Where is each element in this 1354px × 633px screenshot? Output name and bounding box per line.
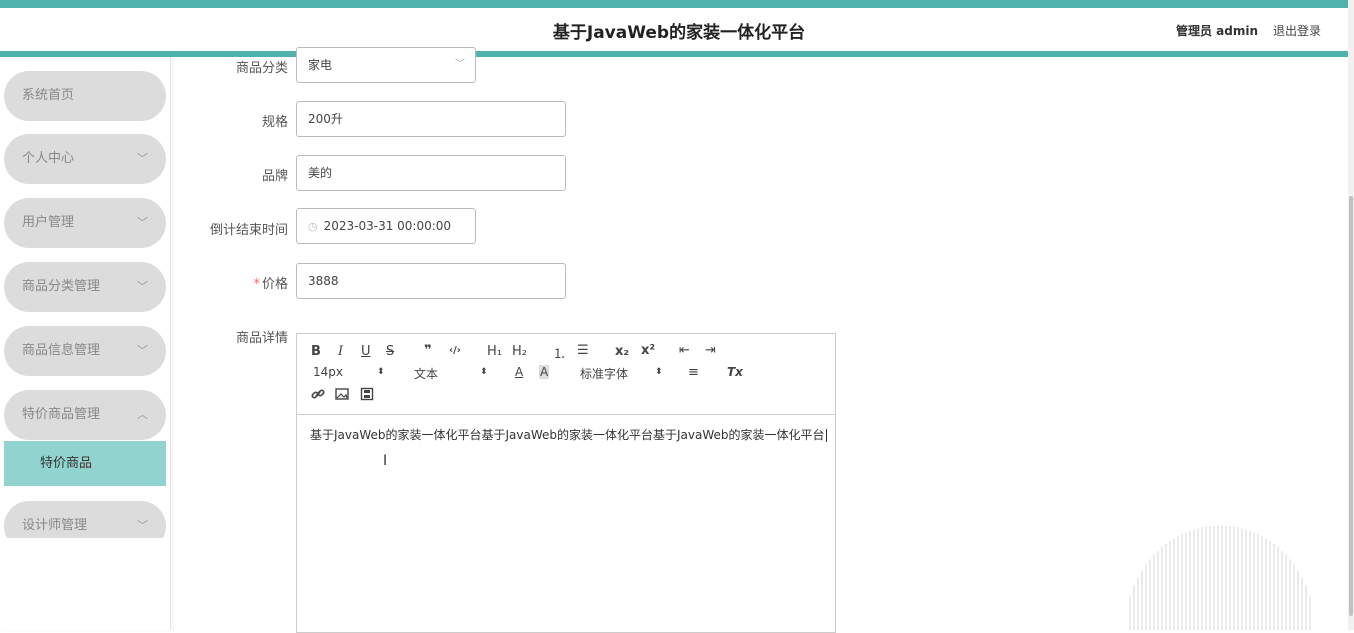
sidebar-menu: 系统首页 个人中心 ﹀ 用户管理 ﹀ 商品分类管理 ﹀ 商品信息管理 ﹀ 特价商… — [0, 57, 170, 538]
font-size-value: 14px — [313, 365, 343, 379]
countdown-value: 2023-03-31 00:00:00 — [323, 219, 452, 233]
chevron-down-icon: ﹀ — [137, 152, 148, 165]
chevron-up-icon: ︿ — [137, 408, 148, 421]
sidebar-subitem-special-products[interactable]: 特价商品 — [4, 441, 166, 486]
sidebar: 系统首页 个人中心 ﹀ 用户管理 ﹀ 商品分类管理 ﹀ 商品信息管理 ﹀ 特价商… — [0, 57, 171, 630]
sidebar-item-special[interactable]: 特价商品管理 ︿ — [4, 390, 166, 440]
chevron-down-icon: ﹀ — [137, 216, 148, 229]
price-input[interactable]: 3888 — [296, 263, 566, 299]
header-type-value: 文本 — [414, 367, 439, 381]
price-label: * 价格 — [178, 273, 288, 292]
sidebar-item-label: 特价商品管理 — [22, 407, 101, 422]
sidebar-item-label: 系统首页 — [22, 88, 75, 103]
updown-icon: ⬍ — [655, 367, 663, 377]
outdent-icon[interactable]: ⇤ — [679, 343, 690, 358]
sidebar-item-label: 商品分类管理 — [22, 279, 101, 294]
strike-button[interactable]: S — [386, 344, 394, 359]
sidebar-item-product[interactable]: 商品信息管理 ﹀ — [4, 326, 166, 376]
chevron-down-icon: ﹀ — [455, 59, 465, 70]
sidebar-item-label: 个人中心 — [22, 151, 75, 166]
header: 基于JavaWeb的家装一体化平台 管理员 admin 退出登录 — [0, 8, 1348, 52]
chevron-down-icon: ﹀ — [137, 344, 148, 357]
subscript-button[interactable]: x₂ — [615, 344, 629, 359]
clock-icon: ◷ — [308, 220, 318, 233]
detail-label: 商品详情 — [235, 331, 288, 346]
font-color-icon[interactable]: A — [515, 365, 523, 379]
bullet-list-icon[interactable]: ☰ — [577, 343, 589, 358]
align-icon[interactable]: ≡ — [688, 365, 699, 380]
scrollbar-thumb[interactable] — [1349, 196, 1353, 616]
admin-label: 管理员 admin — [1176, 24, 1259, 38]
required-mark: * — [253, 277, 260, 292]
decorative-arc — [1129, 525, 1311, 630]
text-caret — [825, 429, 827, 442]
spec-input[interactable]: 200升 — [296, 101, 566, 137]
sidebar-item-home[interactable]: 系统首页 — [4, 71, 166, 121]
indent-icon[interactable]: ⇥ — [705, 343, 716, 358]
editor-content[interactable]: 基于JavaWeb的家装一体化平台基于JavaWeb的家装一体化平台基于Java… — [310, 426, 827, 443]
video-icon[interactable] — [360, 387, 374, 405]
updown-icon: ⬍ — [480, 367, 488, 377]
brand-input[interactable]: 美的 — [296, 155, 566, 191]
sidebar-item-users[interactable]: 用户管理 ﹀ — [4, 198, 166, 248]
header-type-select[interactable]: 文本 ⬍ — [414, 365, 494, 382]
underline-button[interactable]: U — [361, 344, 371, 359]
chevron-down-icon: ﹀ — [137, 519, 148, 532]
image-icon[interactable] — [335, 387, 349, 405]
font-family-select[interactable]: 标准字体 ⬍ — [580, 365, 670, 382]
text-cursor-icon: Ⅰ — [383, 453, 388, 469]
sidebar-item-designer[interactable]: 设计师管理 ﹀ — [4, 501, 166, 538]
editor-toolbar: B I U S ❞ ‹/› H₁ H₂ ⒈ ☰ x₂ x² ⇤ ⇥ 14px ⬍… — [297, 334, 835, 415]
clear-format-icon[interactable]: Tx — [727, 365, 743, 379]
superscript-button[interactable]: x² — [641, 343, 655, 358]
countdown-datetime-picker[interactable]: ◷ 2023-03-31 00:00:00 — [296, 208, 476, 244]
italic-button[interactable]: I — [338, 344, 343, 359]
spec-label: 规格 — [261, 115, 288, 130]
sidebar-item-personal[interactable]: 个人中心 ﹀ — [4, 134, 166, 184]
quote-icon[interactable]: ❞ — [424, 343, 432, 358]
font-family-value: 标准字体 — [580, 367, 629, 381]
font-size-select[interactable]: 14px ⬍ — [313, 365, 393, 379]
ordered-list-icon[interactable]: ⒈ — [553, 343, 566, 362]
chevron-down-icon: ﹀ — [137, 280, 148, 293]
site-title: 基于JavaWeb的家装一体化平台 — [552, 23, 806, 43]
sidebar-item-label: 设计师管理 — [22, 518, 88, 533]
rich-text-editor: B I U S ❞ ‹/› H₁ H₂ ⒈ ☰ x₂ x² ⇤ ⇥ 14px ⬍… — [296, 333, 836, 633]
bold-button[interactable]: B — [311, 344, 321, 359]
background-color-icon[interactable]: A — [539, 365, 550, 379]
category-value: 家电 — [308, 58, 333, 72]
category-select[interactable]: 家电 ﹀ — [296, 47, 476, 83]
price-label-text: 价格 — [261, 277, 288, 292]
h2-button[interactable]: H₂ — [512, 344, 527, 359]
category-label: 商品分类 — [235, 61, 288, 76]
sidebar-item-label: 用户管理 — [22, 215, 75, 230]
updown-icon: ⬍ — [377, 367, 385, 377]
countdown-label: 倒计结束时间 — [209, 223, 288, 238]
header-top-strip — [0, 0, 1348, 8]
code-icon[interactable]: ‹/› — [449, 345, 461, 356]
sidebar-item-label: 商品信息管理 — [22, 343, 101, 358]
link-icon[interactable] — [311, 387, 325, 404]
h1-button[interactable]: H₁ — [487, 344, 502, 359]
editor-text: 基于JavaWeb的家装一体化平台基于JavaWeb的家装一体化平台基于Java… — [310, 428, 825, 442]
logout-link[interactable]: 退出登录 — [1273, 22, 1321, 39]
brand-label: 品牌 — [261, 169, 288, 184]
sidebar-item-category[interactable]: 商品分类管理 ﹀ — [4, 262, 166, 312]
